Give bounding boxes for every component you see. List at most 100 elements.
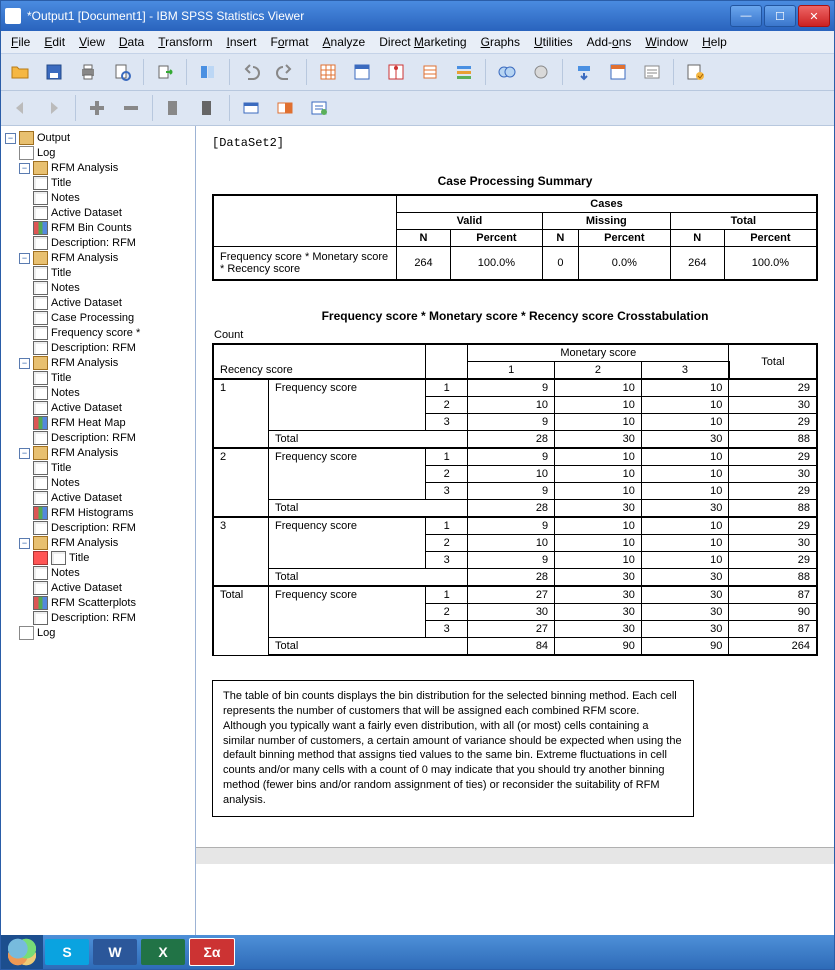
- tree-title[interactable]: Title: [33, 176, 193, 190]
- menu-transform[interactable]: Transform: [152, 33, 218, 51]
- variables-icon[interactable]: [381, 57, 411, 87]
- open-icon[interactable]: [5, 57, 35, 87]
- close-button[interactable]: ✕: [798, 5, 830, 27]
- tree-rfm-2[interactable]: −RFM Analysis: [19, 251, 193, 265]
- menu-format[interactable]: Format: [265, 33, 315, 51]
- goto-case-icon[interactable]: [347, 57, 377, 87]
- toggle-icon[interactable]: −: [5, 133, 16, 144]
- menu-edit[interactable]: Edit: [38, 33, 71, 51]
- designate-window-icon[interactable]: [304, 93, 334, 123]
- undo-icon[interactable]: [236, 57, 266, 87]
- tree-rfm-1[interactable]: −RFM Analysis: [19, 161, 193, 175]
- insert-title-icon[interactable]: [603, 57, 633, 87]
- tree-log[interactable]: Log: [19, 146, 193, 160]
- goto-data-icon[interactable]: [313, 57, 343, 87]
- scrollbar-horizontal[interactable]: [196, 847, 834, 864]
- tree-desc[interactable]: Description: RFM: [33, 236, 193, 250]
- tree-heatmap[interactable]: RFM Heat Map: [33, 416, 193, 430]
- export-icon[interactable]: [150, 57, 180, 87]
- recall-dialog-icon[interactable]: [193, 57, 223, 87]
- menu-view[interactable]: View: [73, 33, 111, 51]
- output-viewer[interactable]: [DataSet2] Case Processing Summary Cases…: [196, 126, 834, 935]
- tree-title[interactable]: Title: [33, 371, 193, 385]
- forward-arrow-icon[interactable]: [39, 93, 69, 123]
- split-icon[interactable]: [526, 57, 556, 87]
- menu-file[interactable]: File: [5, 33, 36, 51]
- minimize-button[interactable]: —: [730, 5, 762, 27]
- tree-notes[interactable]: Notes: [33, 281, 193, 295]
- save-icon[interactable]: [39, 57, 69, 87]
- insert-heading-icon[interactable]: [569, 57, 599, 87]
- crosstab-title: Frequency score * Monetary score * Recen…: [212, 309, 818, 323]
- tree-desc[interactable]: Description: RFM: [33, 611, 193, 625]
- menu-insert[interactable]: Insert: [220, 33, 262, 51]
- print-icon[interactable]: [73, 57, 103, 87]
- tree-notes[interactable]: Notes: [33, 191, 193, 205]
- tree-title[interactable]: Title: [33, 266, 193, 280]
- tree-rfm-3[interactable]: −RFM Analysis: [19, 356, 193, 370]
- tree-active[interactable]: Active Dataset: [33, 401, 193, 415]
- select-cases-icon[interactable]: [449, 57, 479, 87]
- tree-freq[interactable]: Frequency score *: [33, 326, 193, 340]
- window-title: *Output1 [Document1] - IBM SPSS Statisti…: [27, 9, 730, 23]
- print-preview-icon[interactable]: [107, 57, 137, 87]
- toggle-icon[interactable]: −: [19, 538, 30, 549]
- taskbar-app-excel[interactable]: X: [141, 939, 185, 965]
- menu-addons[interactable]: Add-ons: [581, 33, 638, 51]
- tree-rfm-5[interactable]: −RFM Analysis: [19, 536, 193, 550]
- run-script-icon[interactable]: [680, 57, 710, 87]
- crosstab-table[interactable]: Recency scoreMonetary scoreTotal1231Freq…: [212, 343, 818, 656]
- weight-icon[interactable]: [492, 57, 522, 87]
- demote-icon[interactable]: [116, 93, 146, 123]
- taskbar-app-spss[interactable]: Σα: [189, 938, 235, 966]
- goto-variable-icon[interactable]: [415, 57, 445, 87]
- tree-active[interactable]: Active Dataset: [33, 296, 193, 310]
- outline-pane[interactable]: −Output Log −RFM Analysis Title Notes Ac…: [1, 126, 196, 935]
- menu-help[interactable]: Help: [696, 33, 733, 51]
- expand-icon[interactable]: [159, 93, 189, 123]
- tree-rfm-4[interactable]: −RFM Analysis: [19, 446, 193, 460]
- taskbar-app-skype[interactable]: S: [45, 939, 89, 965]
- tree-title-selected[interactable]: Title: [33, 551, 193, 565]
- hide-icon[interactable]: [270, 93, 300, 123]
- tree-bincounts[interactable]: RFM Bin Counts: [33, 221, 193, 235]
- tree-active[interactable]: Active Dataset: [33, 491, 193, 505]
- menu-analyze[interactable]: Analyze: [317, 33, 372, 51]
- taskbar[interactable]: S W X Σα: [1, 935, 834, 969]
- tree-title[interactable]: Title: [33, 461, 193, 475]
- toggle-icon[interactable]: −: [19, 163, 30, 174]
- insert-text-icon[interactable]: [637, 57, 667, 87]
- show-icon[interactable]: [236, 93, 266, 123]
- log-icon: [19, 146, 34, 160]
- start-button[interactable]: [1, 935, 43, 969]
- tree-histograms[interactable]: RFM Histograms: [33, 506, 193, 520]
- toggle-icon[interactable]: −: [19, 253, 30, 264]
- menu-utilities[interactable]: Utilities: [528, 33, 579, 51]
- titlebar[interactable]: *Output1 [Document1] - IBM SPSS Statisti…: [1, 1, 834, 31]
- tree-active[interactable]: Active Dataset: [33, 581, 193, 595]
- redo-icon[interactable]: [270, 57, 300, 87]
- maximize-button[interactable]: ☐: [764, 5, 796, 27]
- back-arrow-icon[interactable]: [5, 93, 35, 123]
- tree-desc[interactable]: Description: RFM: [33, 521, 193, 535]
- toggle-icon[interactable]: −: [19, 448, 30, 459]
- taskbar-app-word[interactable]: W: [93, 939, 137, 965]
- tree-notes[interactable]: Notes: [33, 476, 193, 490]
- tree-caseproc[interactable]: Case Processing: [33, 311, 193, 325]
- tree-root-output[interactable]: −Output: [5, 131, 193, 145]
- tree-notes[interactable]: Notes: [33, 386, 193, 400]
- tree-active[interactable]: Active Dataset: [33, 206, 193, 220]
- tree-desc[interactable]: Description: RFM: [33, 431, 193, 445]
- tree-notes[interactable]: Notes: [33, 566, 193, 580]
- tree-scatter[interactable]: RFM Scatterplots: [33, 596, 193, 610]
- menu-graphs[interactable]: Graphs: [475, 33, 526, 51]
- promote-icon[interactable]: [82, 93, 112, 123]
- menu-direct-marketing[interactable]: Direct Marketing: [373, 33, 472, 51]
- tree-log-2[interactable]: Log: [19, 626, 193, 640]
- menu-data[interactable]: Data: [113, 33, 150, 51]
- menu-window[interactable]: Window: [639, 33, 694, 51]
- caseproc-table[interactable]: Cases ValidMissingTotal NPercentNPercent…: [212, 194, 818, 281]
- tree-desc[interactable]: Description: RFM: [33, 341, 193, 355]
- collapse-icon[interactable]: [193, 93, 223, 123]
- toggle-icon[interactable]: −: [19, 358, 30, 369]
